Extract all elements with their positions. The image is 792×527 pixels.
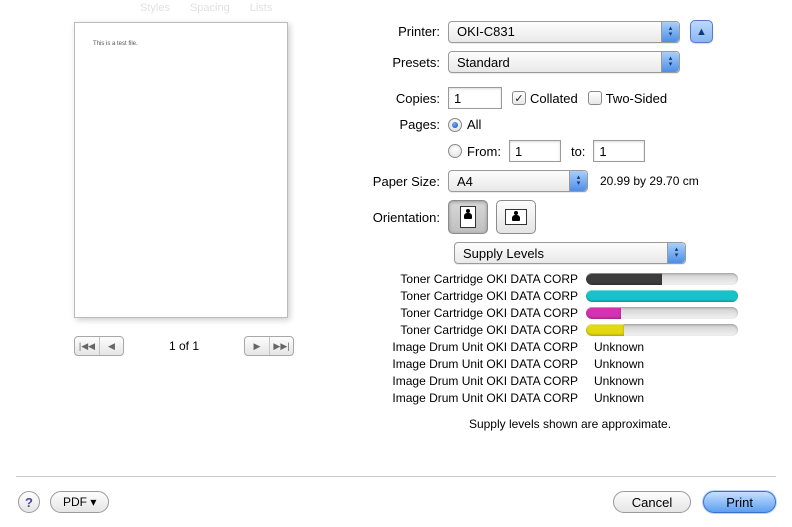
- nav-first-button[interactable]: |◀◀: [75, 337, 99, 355]
- select-arrows-icon: [667, 243, 685, 263]
- nav-prev-button[interactable]: ◀: [99, 337, 123, 355]
- collated-label: Collated: [530, 91, 578, 106]
- select-arrows-icon: [569, 171, 587, 191]
- supply-row: Image Drum Unit OKI DATA CORP Unknown: [364, 357, 776, 371]
- pdf-menu-button[interactable]: PDF ▾: [50, 491, 109, 513]
- printer-label: Printer:: [364, 24, 448, 39]
- supply-label: Image Drum Unit OKI DATA CORP: [364, 340, 586, 354]
- presets-row: Presets: Standard: [364, 51, 776, 73]
- supply-value: Unknown: [594, 391, 644, 405]
- pages-from-label: From:: [467, 144, 501, 159]
- approx-note: Supply levels shown are approximate.: [364, 417, 776, 431]
- paper-dimensions: 20.99 by 29.70 cm: [600, 174, 699, 188]
- preview-text: This is a test file.: [93, 41, 138, 47]
- pages-row-all: Pages: All: [364, 117, 776, 132]
- portrait-icon: [460, 206, 476, 228]
- section-divider-row: Supply Levels: [364, 242, 776, 264]
- section-select-value: Supply Levels: [463, 246, 544, 261]
- help-button[interactable]: ?: [18, 491, 40, 513]
- section-select[interactable]: Supply Levels: [454, 242, 686, 264]
- dialog-footer: ? PDF ▾ Cancel Print: [16, 476, 776, 513]
- orientation-row: Orientation:: [364, 200, 776, 234]
- supply-row: Image Drum Unit OKI DATA CORP Unknown: [364, 374, 776, 388]
- supply-fill: [586, 290, 738, 302]
- presets-label: Presets:: [364, 55, 448, 70]
- supply-bar: [586, 324, 738, 336]
- print-dialog: This is a test file. |◀◀ ◀ 1 of 1 ▶ ▶▶| …: [16, 4, 776, 519]
- cancel-button[interactable]: Cancel: [613, 491, 691, 513]
- copies-label: Copies:: [364, 91, 448, 106]
- pages-label: Pages:: [364, 117, 448, 132]
- supply-levels-table: Toner Cartridge OKI DATA CORP Toner Cartr…: [364, 272, 776, 405]
- supply-fill: [586, 273, 662, 285]
- supply-fill: [586, 307, 621, 319]
- presets-value: Standard: [457, 55, 510, 70]
- paper-size-row: Paper Size: A4 20.99 by 29.70 cm: [364, 170, 776, 192]
- print-button[interactable]: Print: [703, 491, 776, 513]
- supply-fill: [586, 324, 624, 336]
- select-arrows-icon: [661, 22, 679, 42]
- supply-bar: [586, 290, 738, 302]
- orientation-portrait-button[interactable]: [448, 200, 488, 234]
- cancel-label: Cancel: [632, 495, 672, 510]
- paper-size-value: A4: [457, 174, 473, 189]
- supply-label: Toner Cartridge OKI DATA CORP: [364, 306, 586, 320]
- copies-input[interactable]: [448, 87, 502, 109]
- pages-to-label: to:: [571, 144, 585, 159]
- supply-bar: [586, 273, 738, 285]
- preview-page: This is a test file.: [74, 22, 288, 318]
- twosided-checkbox[interactable]: [588, 91, 602, 105]
- nav-next-button[interactable]: ▶: [245, 337, 269, 355]
- supply-label: Image Drum Unit OKI DATA CORP: [364, 357, 586, 371]
- supply-label: Toner Cartridge OKI DATA CORP: [364, 323, 586, 337]
- pages-all-radio[interactable]: [448, 118, 462, 132]
- supply-value: Unknown: [594, 374, 644, 388]
- printer-value: OKI-C831: [457, 24, 515, 39]
- pdf-label: PDF ▾: [63, 495, 96, 509]
- supply-label: Toner Cartridge OKI DATA CORP: [364, 289, 586, 303]
- supply-label: Image Drum Unit OKI DATA CORP: [364, 391, 586, 405]
- paper-size-label: Paper Size:: [364, 174, 448, 189]
- presets-select[interactable]: Standard: [448, 51, 680, 73]
- preview-nav: |◀◀ ◀ 1 of 1 ▶ ▶▶|: [74, 336, 294, 356]
- supply-label: Toner Cartridge OKI DATA CORP: [364, 272, 586, 286]
- supply-row: Image Drum Unit OKI DATA CORP Unknown: [364, 340, 776, 354]
- pages-row-range: From: to:: [364, 140, 776, 162]
- print-label: Print: [726, 495, 753, 510]
- nav-last-button[interactable]: ▶▶|: [269, 337, 293, 355]
- pages-range-radio[interactable]: [448, 144, 462, 158]
- page-counter: 1 of 1: [154, 339, 214, 353]
- supply-value: Unknown: [594, 340, 644, 354]
- supply-row: Toner Cartridge OKI DATA CORP: [364, 306, 776, 320]
- supply-bar: [586, 307, 738, 319]
- supply-row: Toner Cartridge OKI DATA CORP: [364, 272, 776, 286]
- printer-select[interactable]: OKI-C831: [448, 21, 680, 43]
- supply-label: Image Drum Unit OKI DATA CORP: [364, 374, 586, 388]
- collated-checkbox[interactable]: ✓: [512, 91, 526, 105]
- printer-row: Printer: OKI-C831 ▲: [364, 20, 776, 43]
- supply-row: Toner Cartridge OKI DATA CORP: [364, 323, 776, 337]
- pages-all-label: All: [467, 117, 481, 132]
- twosided-label: Two-Sided: [606, 91, 667, 106]
- pages-from-input[interactable]: [509, 140, 561, 162]
- supply-row: Toner Cartridge OKI DATA CORP: [364, 289, 776, 303]
- settings-panel: Printer: OKI-C831 ▲ Presets: Standard Co…: [364, 20, 776, 431]
- nav-first-prev: |◀◀ ◀: [74, 336, 124, 356]
- supply-value: Unknown: [594, 357, 644, 371]
- landscape-icon: [505, 209, 527, 225]
- orientation-landscape-button[interactable]: [496, 200, 536, 234]
- triangle-up-icon: ▲: [696, 26, 707, 38]
- preview-pane: This is a test file. |◀◀ ◀ 1 of 1 ▶ ▶▶|: [74, 22, 294, 356]
- copies-row: Copies: ✓ Collated Two-Sided: [364, 87, 776, 109]
- collapse-details-button[interactable]: ▲: [690, 20, 713, 43]
- nav-next-last: ▶ ▶▶|: [244, 336, 294, 356]
- pages-to-input[interactable]: [593, 140, 645, 162]
- supply-row: Image Drum Unit OKI DATA CORP Unknown: [364, 391, 776, 405]
- select-arrows-icon: [661, 52, 679, 72]
- orientation-label: Orientation:: [364, 210, 448, 225]
- paper-size-select[interactable]: A4: [448, 170, 588, 192]
